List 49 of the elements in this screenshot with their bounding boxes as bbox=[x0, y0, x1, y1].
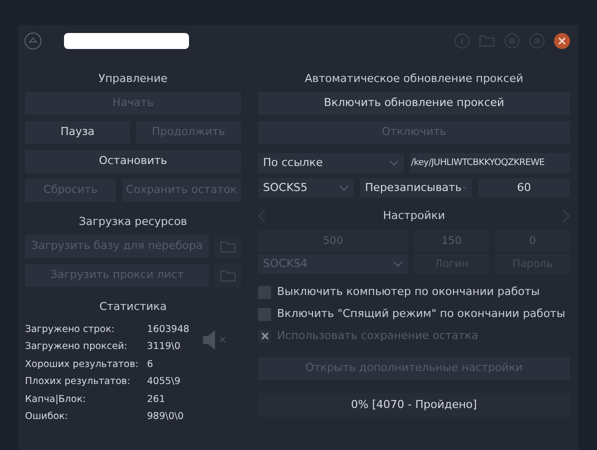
stat-label: Капча|Блок: bbox=[25, 392, 87, 407]
dropdown[interactable]: По ссылке bbox=[258, 153, 404, 173]
checkbox-label: Включить "Спящий режим" по окончании работы bbox=[277, 306, 566, 322]
stat-value: 6 bbox=[147, 358, 154, 372]
checkbox-label: Использовать сохранение остатка bbox=[277, 328, 478, 344]
folder-button[interactable] bbox=[215, 264, 241, 287]
chevron-down-icon bbox=[389, 160, 399, 166]
section-title: Настройки bbox=[382, 208, 446, 224]
list-icon[interactable] bbox=[504, 33, 520, 49]
menu-icon[interactable] bbox=[529, 33, 545, 49]
dropdown[interactable]: SOCKS5 bbox=[258, 178, 354, 198]
folder-icon bbox=[220, 269, 236, 282]
info-icon[interactable] bbox=[454, 33, 470, 49]
progress-label: 0% [4070 - Пройдено] bbox=[351, 396, 477, 413]
chevron-left-icon[interactable] bbox=[258, 209, 266, 223]
action-button[interactable]: Остановить bbox=[25, 150, 241, 173]
folder-icon[interactable] bbox=[479, 33, 495, 49]
interval-field[interactable]: 60 bbox=[478, 178, 570, 198]
checkbox[interactable] bbox=[258, 308, 271, 320]
section-title: Статистика bbox=[98, 299, 168, 315]
stat-value: 3119\0 bbox=[147, 340, 180, 354]
section-title: Автоматическое обновление проксей bbox=[304, 71, 524, 87]
folder-icon bbox=[220, 240, 236, 253]
stat-label: Загружено строк: bbox=[25, 322, 116, 337]
section-title: Загрузка ресурсов bbox=[78, 214, 188, 230]
checkbox-label: Выключить компьютер по окончании работы bbox=[277, 284, 540, 300]
url-field[interactable]: /key/JUHLIWTCBKKYOQZKREWE bbox=[410, 153, 570, 173]
close-button[interactable] bbox=[554, 33, 570, 49]
checkbox[interactable] bbox=[258, 286, 271, 298]
chevron-down-icon bbox=[393, 261, 403, 267]
stat-label: Плохих результатов: bbox=[25, 375, 132, 390]
folder-button[interactable] bbox=[215, 235, 241, 258]
stat-value: 4055\9 bbox=[147, 375, 180, 390]
stat-label: Загружено проксей: bbox=[25, 340, 128, 354]
chevron-down-icon bbox=[339, 185, 349, 191]
stat-value: 1603948 bbox=[147, 322, 190, 337]
close-icon bbox=[558, 37, 566, 45]
cross-icon bbox=[260, 332, 268, 340]
chevron-right-icon[interactable] bbox=[562, 209, 570, 223]
dropdown[interactable]: Перезаписывать bbox=[360, 178, 472, 198]
stat-label: Ошибок: bbox=[25, 410, 69, 424]
section-title: Управление bbox=[97, 71, 168, 87]
stat-value: 261 bbox=[147, 392, 166, 407]
chevron-down-icon bbox=[462, 185, 467, 191]
stat-value: 989\0\0 bbox=[147, 410, 184, 424]
action-button[interactable]: Включить обновление проксей bbox=[258, 92, 570, 115]
logo-icon bbox=[24, 32, 42, 50]
stat-label: Хороших результатов: bbox=[25, 358, 140, 372]
action-button[interactable]: Пауза bbox=[25, 121, 130, 144]
